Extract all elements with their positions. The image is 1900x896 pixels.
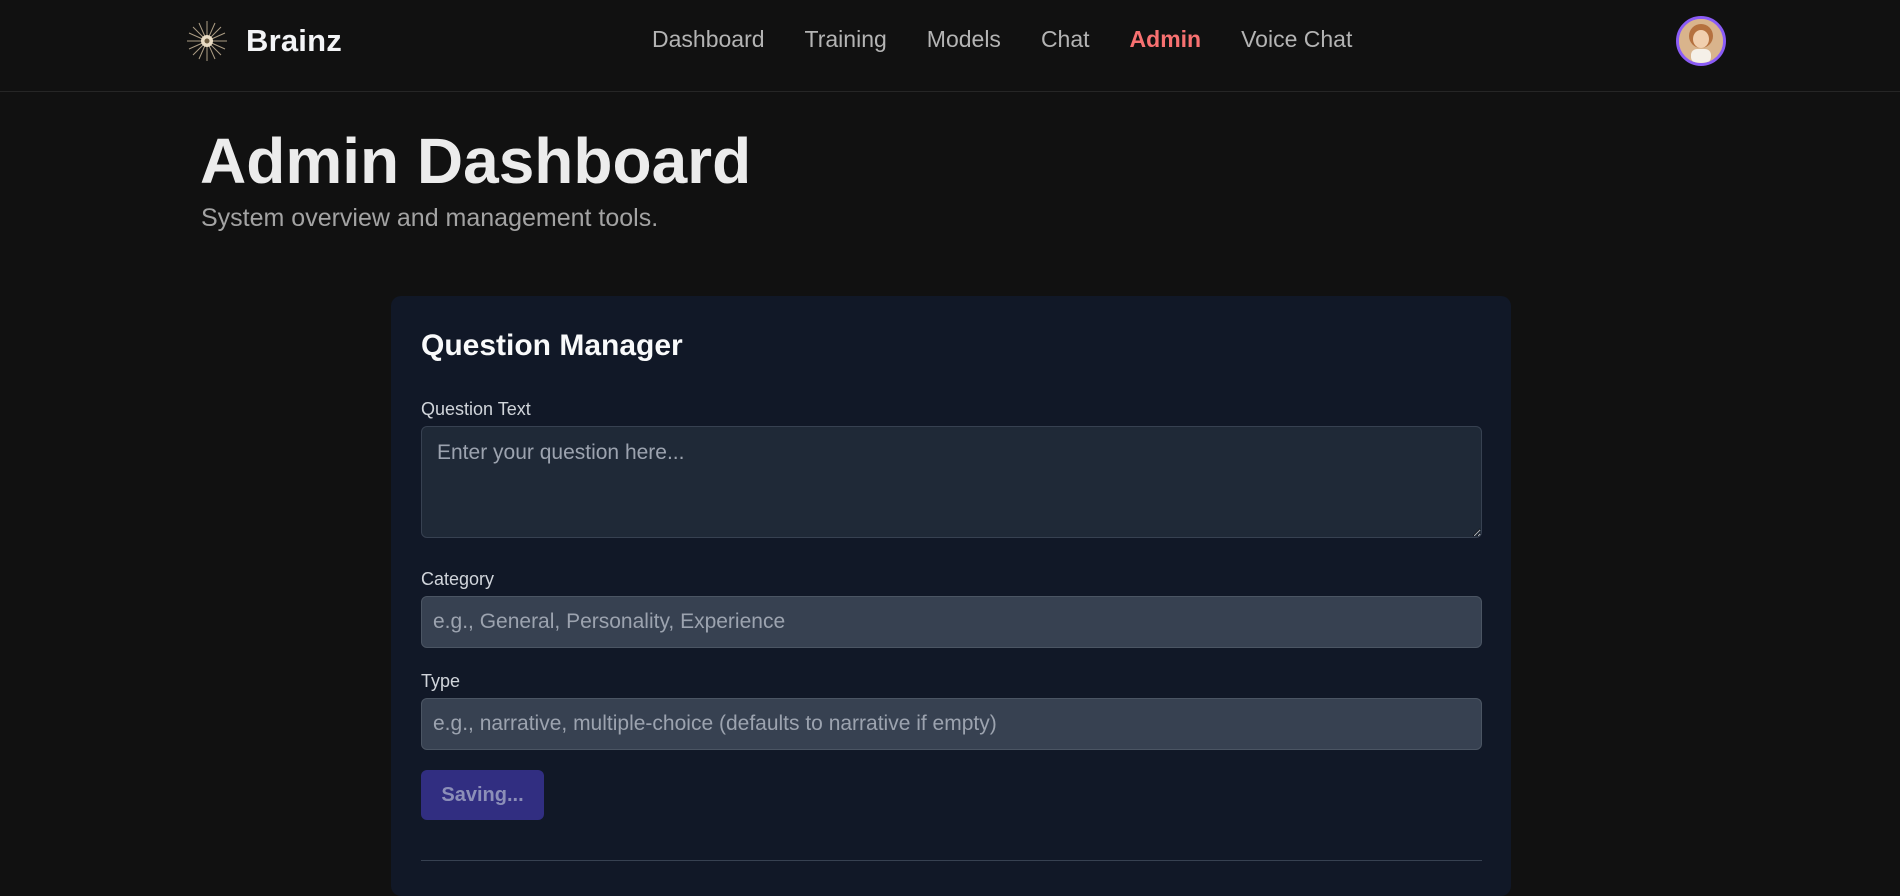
card-divider (421, 860, 1482, 861)
nav-models[interactable]: Models (927, 26, 1001, 53)
question-text-label: Question Text (421, 399, 531, 419)
nav-voice-chat[interactable]: Voice Chat (1241, 26, 1352, 53)
question-text-textarea[interactable] (421, 426, 1482, 538)
page-subtitle: System overview and management tools. (201, 204, 659, 232)
category-label: Category (421, 569, 495, 589)
question-manager-title: Question Manager (421, 329, 683, 362)
type-input[interactable] (421, 698, 1482, 750)
question-manager-card: Question Manager Question Text Category … (391, 296, 1511, 896)
brand-name[interactable]: Brainz (246, 23, 342, 59)
type-label: Type (421, 671, 461, 691)
user-avatar[interactable] (1676, 16, 1726, 66)
brainz-logo-icon (187, 21, 227, 61)
nav-dashboard[interactable]: Dashboard (652, 26, 765, 53)
nav-admin[interactable]: Admin (1130, 26, 1202, 53)
main-nav: Dashboard Training Models Chat Admin Voi… (652, 26, 1352, 53)
save-question-button[interactable]: Saving... (421, 770, 544, 820)
page-title: Admin Dashboard (200, 125, 752, 197)
top-navbar: Brainz Dashboard Training Models Chat Ad… (0, 0, 1900, 92)
user-avatar-icon (1679, 19, 1723, 63)
nav-training[interactable]: Training (805, 26, 887, 53)
nav-chat[interactable]: Chat (1041, 26, 1090, 53)
category-input[interactable] (421, 596, 1482, 648)
brand[interactable]: Brainz (184, 18, 342, 64)
